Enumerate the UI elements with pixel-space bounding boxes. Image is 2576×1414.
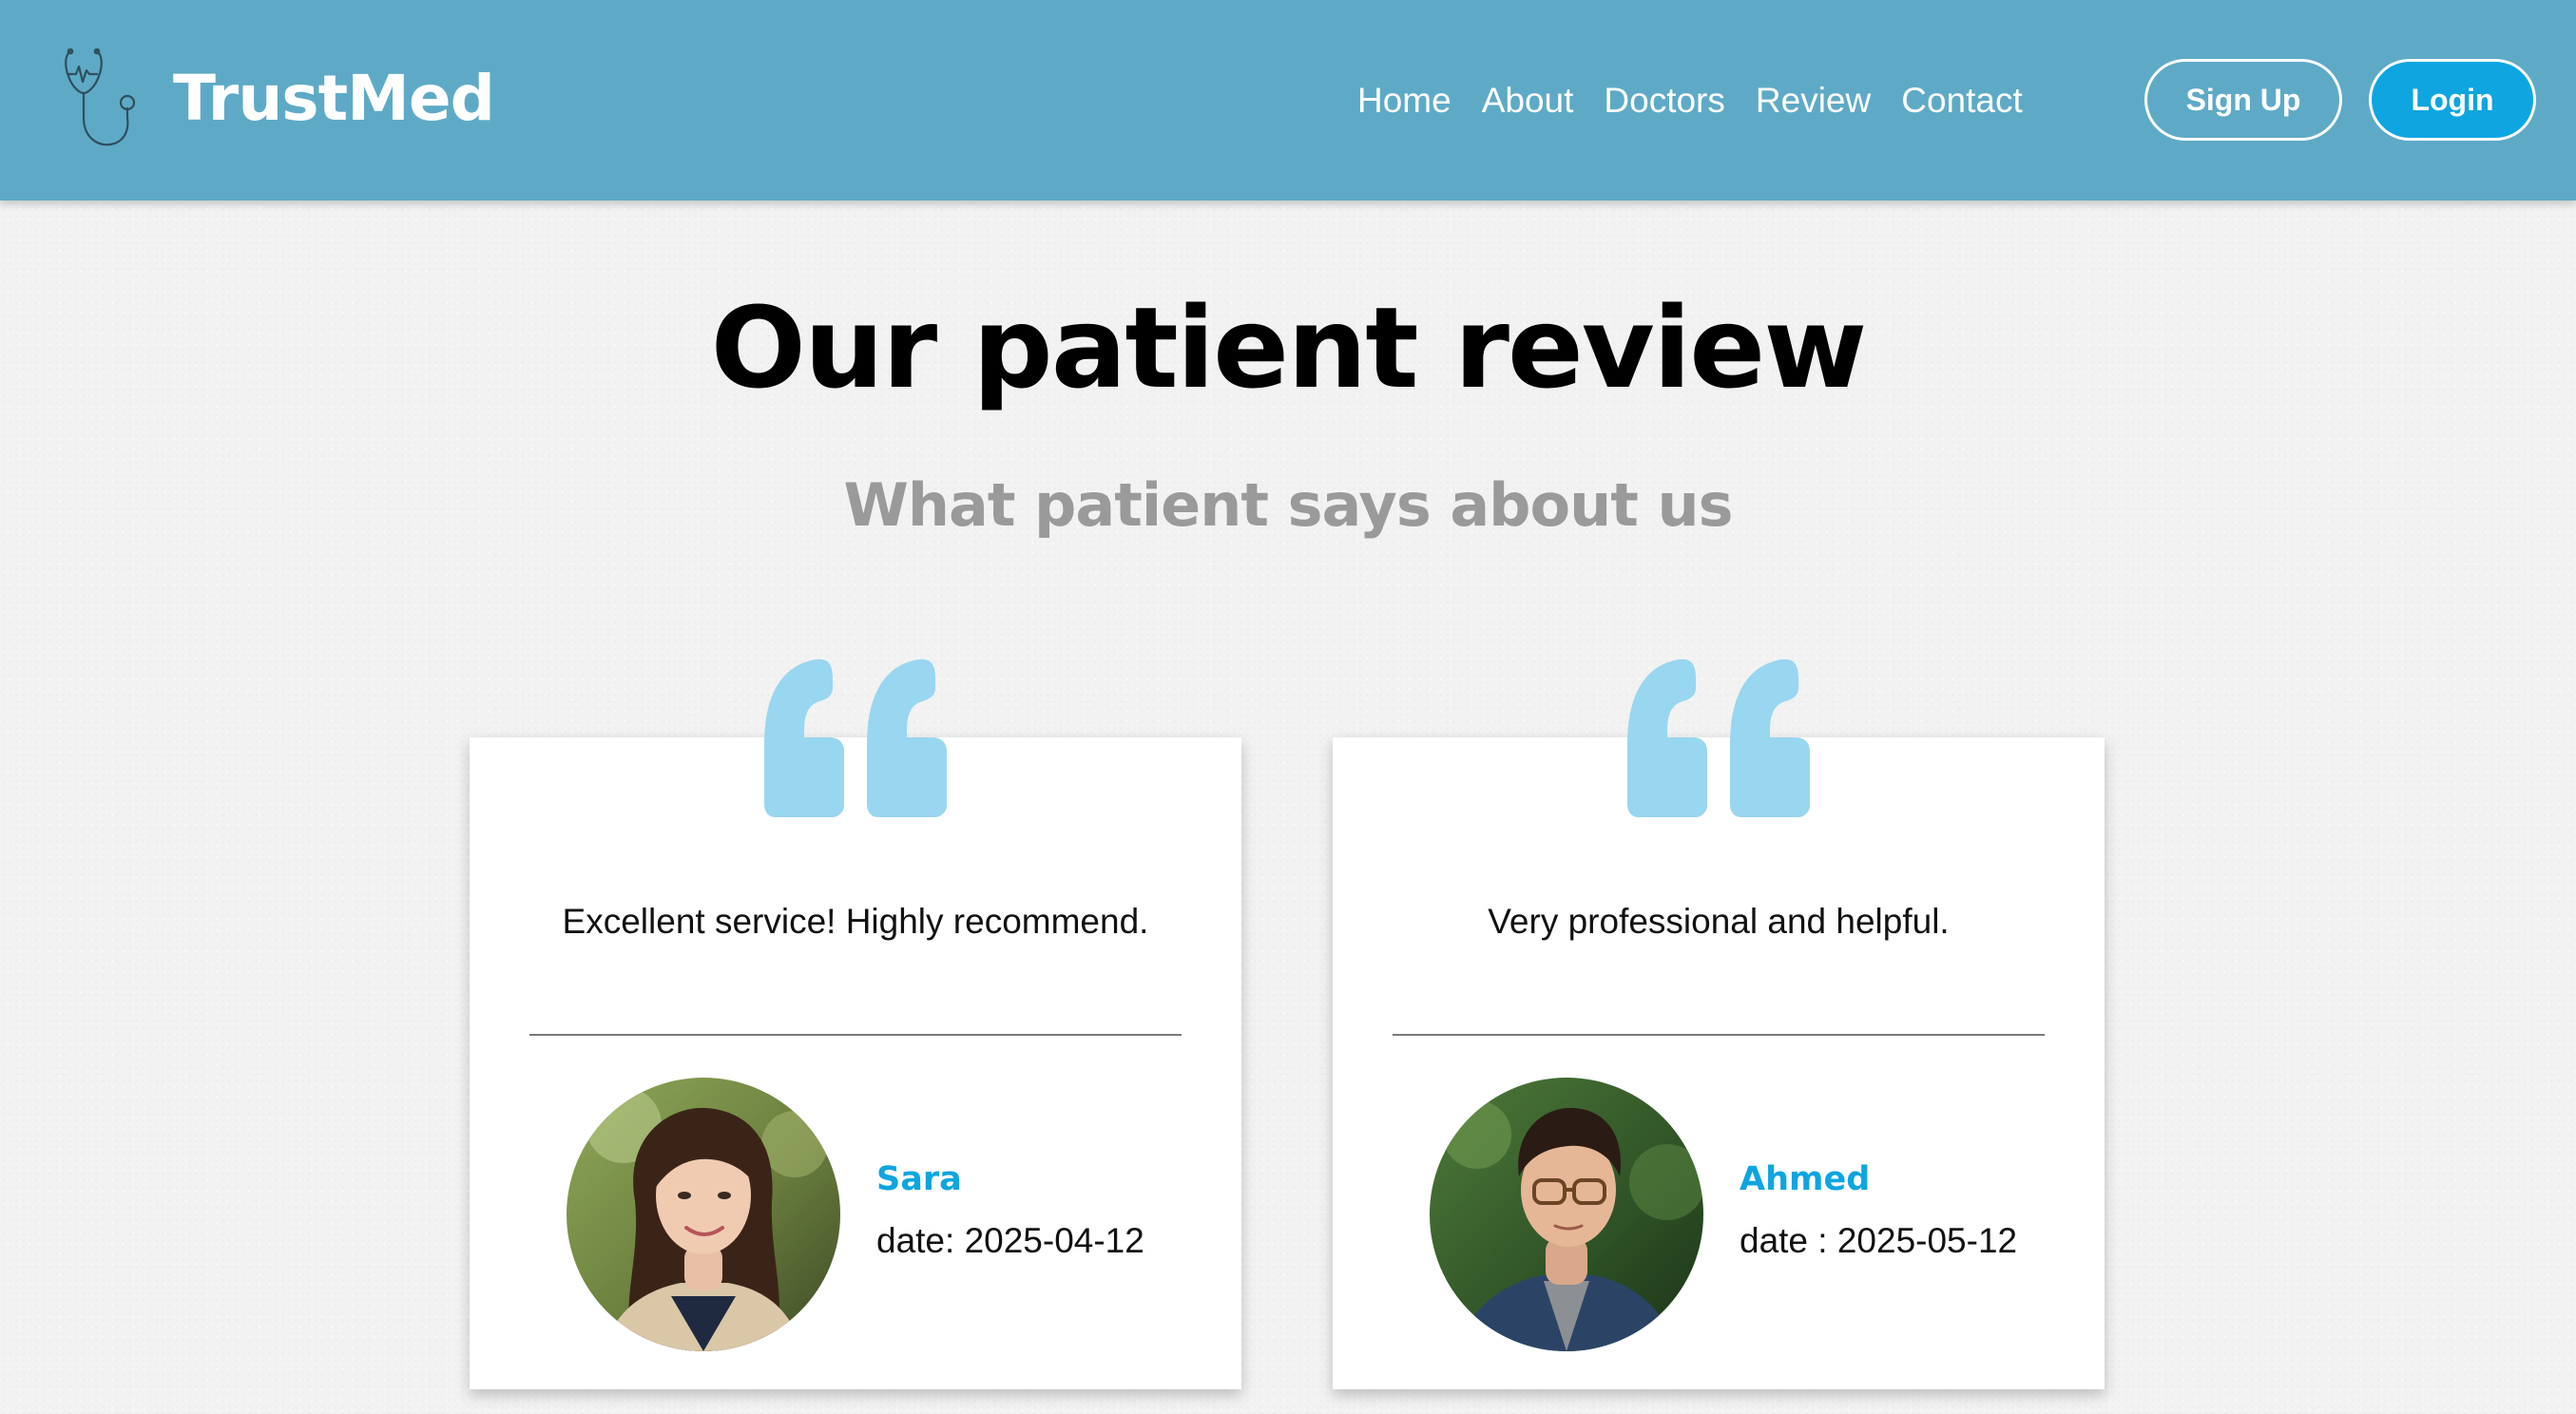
main-nav: Home About Doctors Review Contact: [1357, 74, 2023, 127]
page-subtitle: What patient says about us: [843, 470, 1733, 540]
stethoscope-icon[interactable]: [63, 46, 137, 152]
reviewer-name: Ahmed: [1740, 1160, 1871, 1198]
nav-doctors[interactable]: Doctors: [1604, 74, 1724, 127]
quote-icon: [1625, 658, 1810, 817]
review-card: Very professional and helpful. Ahmed dat…: [1333, 737, 2105, 1389]
nav-about[interactable]: About: [1482, 74, 1574, 127]
nav-review[interactable]: Review: [1756, 74, 1871, 127]
quote-icon: [762, 658, 947, 817]
brand-name[interactable]: TrustMed: [173, 61, 495, 137]
review-date: date : 2025-05-12: [1740, 1221, 2018, 1260]
review-card: Excellent service! Highly recommend. Sar…: [470, 737, 1241, 1389]
avatar: [1430, 1078, 1703, 1351]
divider: [1393, 1034, 2045, 1036]
nav-contact[interactable]: Contact: [1901, 74, 2023, 127]
signup-button[interactable]: Sign Up: [2144, 59, 2342, 141]
review-date: date: 2025-04-12: [876, 1221, 1144, 1260]
login-button[interactable]: Login: [2369, 59, 2536, 141]
reviewer-name: Sara: [876, 1160, 962, 1198]
navbar: TrustMed Home About Doctors Review Conta…: [0, 0, 2576, 201]
nav-home[interactable]: Home: [1357, 74, 1451, 127]
divider: [529, 1034, 1182, 1036]
page: TrustMed Home About Doctors Review Conta…: [0, 0, 2576, 1414]
avatar: [567, 1078, 840, 1351]
review-text: Excellent service! Highly recommend.: [562, 902, 1149, 941]
review-text: Very professional and helpful.: [1488, 902, 1950, 941]
page-title: Our patient review: [710, 282, 1868, 413]
